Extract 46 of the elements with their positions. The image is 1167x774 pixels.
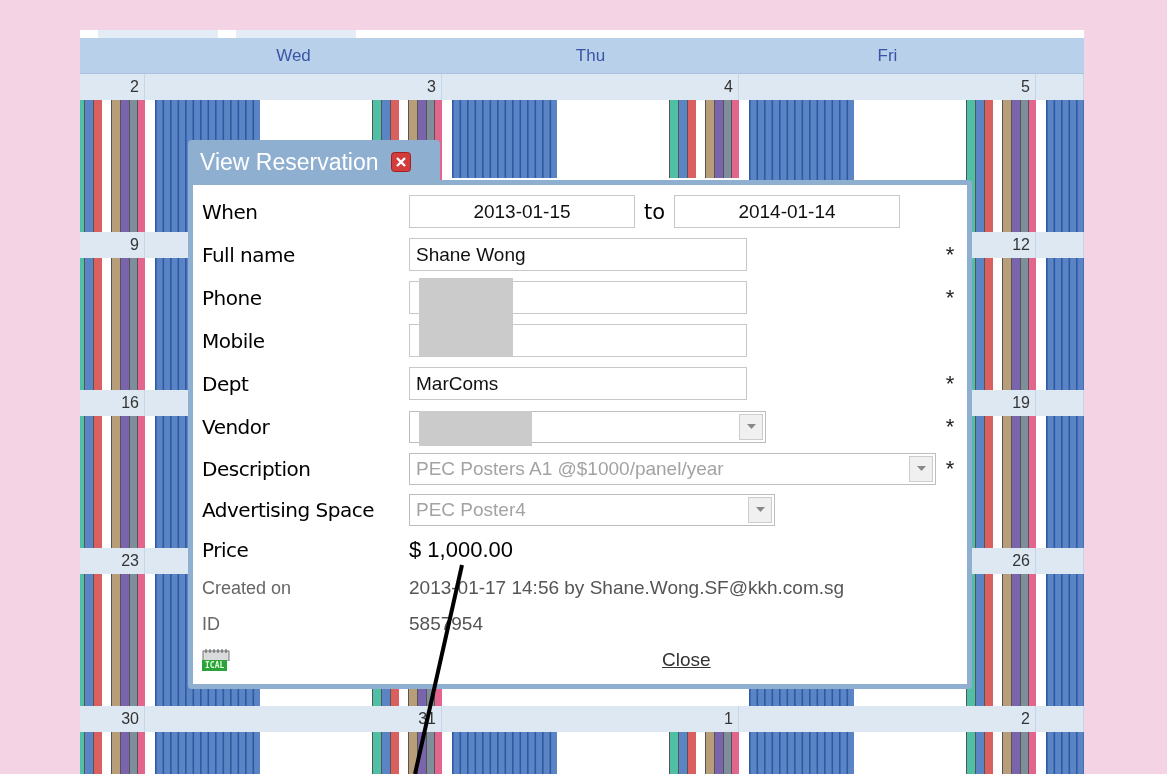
day-number: 26 [1012,552,1030,570]
close-icon[interactable] [390,152,411,172]
field-label: Dept [202,371,250,396]
caret-icon [755,507,765,512]
required-mark: * [945,284,955,311]
day-number: 23 [121,552,139,570]
field-label: Description [202,456,312,481]
required-mark: * [945,370,955,397]
dialog-title: View Reservation [200,148,379,176]
price-value: $ 1,000.00 [409,537,513,563]
close-link[interactable]: Close [662,649,711,671]
required-mark: * [945,241,955,268]
field-label: Mobile [202,328,266,353]
field-label: Full name [202,242,296,267]
field-label: Vendor [202,414,271,439]
day-number: 2 [1021,710,1030,728]
blank-tab[interactable] [98,30,218,38]
blank-tab[interactable] [236,30,356,38]
field-label: Advertising Space [202,497,375,522]
range-label: to [642,199,667,224]
field-label: ID [202,613,221,635]
weekday-header: Fri [877,45,898,66]
caret-icon [916,466,926,471]
field-label: When [202,199,259,224]
day-number: 4 [724,78,733,96]
date-field[interactable]: 2013-01-15 [409,195,635,228]
required-mark: * [945,455,955,482]
required-mark: * [945,413,955,440]
weekday-header: Thu [575,45,606,66]
text-field[interactable]: MarComs [409,367,747,400]
text-field[interactable]: Shane Wong [409,238,747,271]
day-number: 2 [130,78,139,96]
day-number: 30 [121,710,139,728]
date-field[interactable]: 2014-01-14 [674,195,900,228]
day-number: 12 [1012,236,1030,254]
day-number: 16 [121,394,139,412]
day-number: 1 [724,710,733,728]
field-label: Price [202,538,250,562]
field-label: Created on [202,577,293,599]
field-label: Phone [202,285,263,310]
day-number: 5 [1021,78,1030,96]
day-number: 19 [1012,394,1030,412]
weekday-header: Wed [276,45,311,66]
day-number: 9 [130,236,139,254]
caret-icon [746,424,756,429]
day-number: 3 [427,78,436,96]
